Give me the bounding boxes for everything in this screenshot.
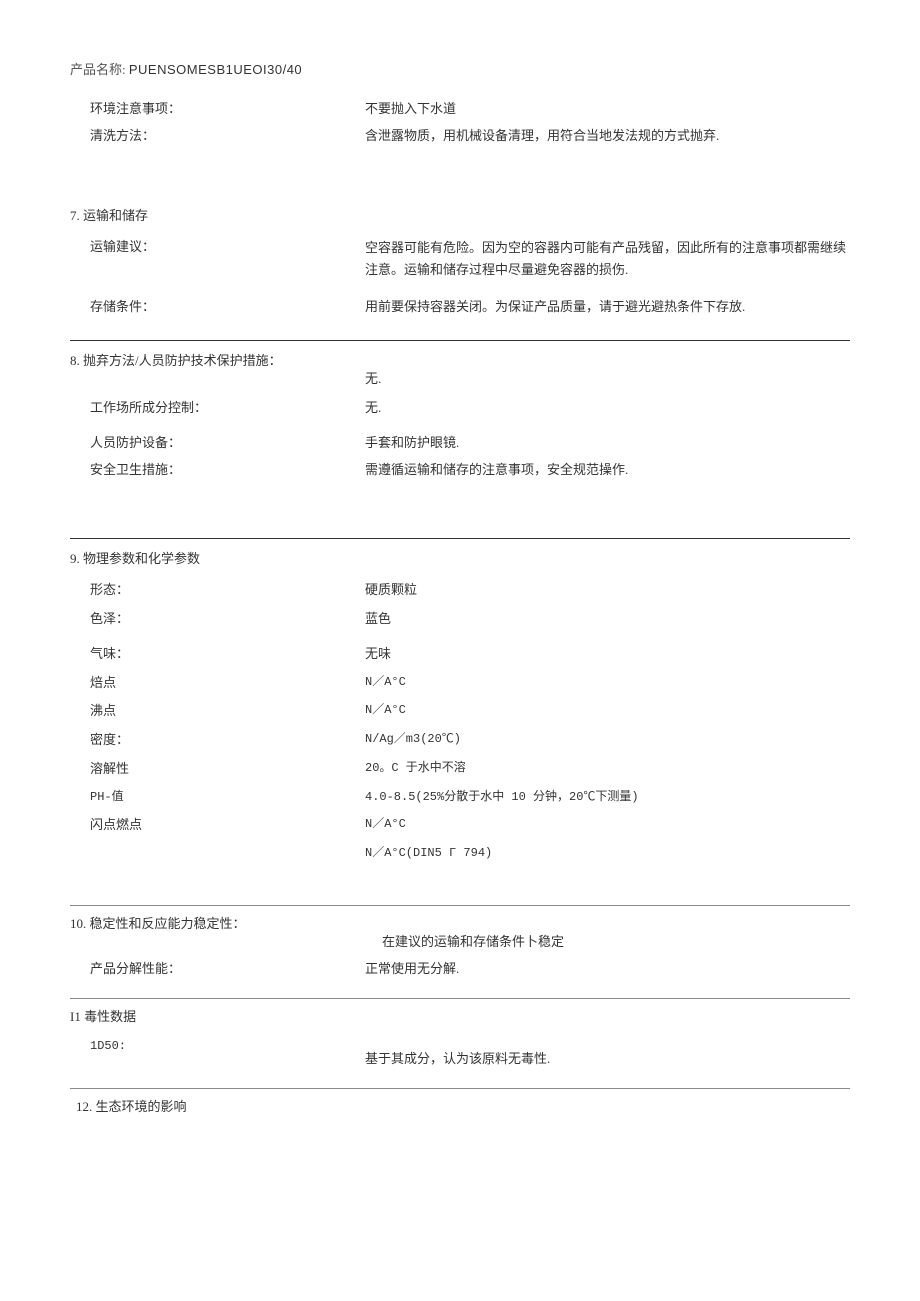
section-8-title-value: 无. xyxy=(365,351,850,390)
value: 需遵循运输和储存的注意事项，安全规范操作. xyxy=(365,460,850,481)
section-7: 7. 运输和储存 运输建议： 空容器可能有危险。因为空的容器内可能有产品残留，因… xyxy=(70,206,850,318)
label: 工作场所成分控制： xyxy=(70,398,365,419)
section-10-title-row: 10. 稳定性和反应能力稳定性： 在建议的运输和存储条件卜稳定 xyxy=(70,914,850,953)
value: N／A°C xyxy=(365,673,850,694)
row-ld50: 1D50: 基于其成分，认为该原料无毒性. xyxy=(70,1037,850,1070)
row-env-note: 环境注意事项： 不要抛入下水道 xyxy=(70,99,850,120)
value: 空容器可能有危险。因为空的容器内可能有产品残留，因此所有的注意事项都需继续注意。… xyxy=(365,237,850,281)
label: 安全卫生措施： xyxy=(70,460,365,481)
value: 用前要保持容器关闭。为保证产品质量，请于避光避热条件下存放. xyxy=(365,297,850,318)
row-odor: 气味： 无味 xyxy=(70,644,850,665)
row-ph: PH-值 4.0-8.5(25%分散于水中 10 分钟，20℃下测量) xyxy=(70,788,850,807)
value: 基于其成分，认为该原料无毒性. xyxy=(365,1037,850,1070)
label: 色泽： xyxy=(70,609,365,630)
section-6-partial: 环境注意事项： 不要抛入下水道 清洗方法： 含泄露物质，用机械设备清理，用符合当… xyxy=(70,99,850,147)
value: N／A°C xyxy=(365,701,850,722)
row-transport: 运输建议： 空容器可能有危险。因为空的容器内可能有产品残留，因此所有的注意事项都… xyxy=(70,237,850,281)
section-7-title: 7. 运输和储存 xyxy=(70,206,850,227)
divider xyxy=(70,1088,850,1089)
row-color: 色泽： 蓝色 xyxy=(70,609,850,630)
value: 手套和防护眼镜. xyxy=(365,433,850,454)
divider xyxy=(70,340,850,341)
value: 正常使用无分解. xyxy=(365,959,850,980)
value: 无味 xyxy=(365,644,850,665)
row-solubility: 溶解性 20。C 于水中不溶 xyxy=(70,759,850,780)
section-10: 10. 稳定性和反应能力稳定性： 在建议的运输和存储条件卜稳定 产品分解性能： … xyxy=(70,914,850,980)
value: 20。C 于水中不溶 xyxy=(365,759,850,780)
label: 溶解性 xyxy=(70,759,365,780)
value: N／A°C(DIN5 Γ 794) xyxy=(365,844,850,863)
label: 存储条件： xyxy=(70,297,365,318)
label: 沸点 xyxy=(70,701,365,722)
label: 气味： xyxy=(70,644,365,665)
value: 不要抛入下水道 xyxy=(365,99,850,120)
label xyxy=(70,844,365,863)
row-flash: 闪点燃点 N／A°C xyxy=(70,815,850,836)
value: N/Ag／m3(20℃) xyxy=(365,730,850,751)
product-name: PUENSOMESB1UEOI30/40 xyxy=(129,62,302,77)
value: N／A°C xyxy=(365,815,850,836)
divider xyxy=(70,905,850,906)
value: 蓝色 xyxy=(365,609,850,630)
row-storage: 存储条件： 用前要保持容器关闭。为保证产品质量，请于避光避热条件下存放. xyxy=(70,297,850,318)
row-clean-method: 清洗方法： 含泄露物质，用机械设备清理，用符合当地发法规的方式抛弃. xyxy=(70,126,850,147)
label: 形态： xyxy=(70,580,365,601)
divider xyxy=(70,998,850,999)
label: 产品分解性能： xyxy=(70,959,365,980)
row-melting: 焙点 N／A°C xyxy=(70,673,850,694)
value: 无. xyxy=(365,398,850,419)
section-11-title: I1 毒性数据 xyxy=(70,1007,850,1028)
section-11: I1 毒性数据 1D50: 基于其成分，认为该原料无毒性. xyxy=(70,1007,850,1071)
section-12: 12. 生态环境的影响 xyxy=(70,1097,850,1118)
label: 清洗方法： xyxy=(70,126,365,147)
row-ppe: 人员防护设备： 手套和防护眼镜. xyxy=(70,433,850,454)
value: 硬质颗粒 xyxy=(365,580,850,601)
row-density: 密度： N/Ag／m3(20℃) xyxy=(70,730,850,751)
label: PH-值 xyxy=(70,788,365,807)
value: 含泄露物质，用机械设备清理，用符合当地发法规的方式抛弃. xyxy=(365,126,850,147)
header-line: 产品名称: PUENSOMESB1UEOI30/40 xyxy=(70,60,850,81)
row-workplace: 工作场所成分控制： 无. xyxy=(70,398,850,419)
label: 1D50: xyxy=(70,1037,365,1070)
row-safety: 安全卫生措施： 需遵循运输和储存的注意事项，安全规范操作. xyxy=(70,460,850,481)
label: 人员防护设备： xyxy=(70,433,365,454)
value: 4.0-8.5(25%分散于水中 10 分钟，20℃下测量) xyxy=(365,788,850,807)
label: 环境注意事项： xyxy=(70,99,365,120)
label: 闪点燃点 xyxy=(70,815,365,836)
section-10-title: 10. 稳定性和反应能力稳定性： xyxy=(70,914,382,953)
row-flash2: N／A°C(DIN5 Γ 794) xyxy=(70,844,850,863)
row-boiling: 沸点 N／A°C xyxy=(70,701,850,722)
section-8: 8. 抛弃方法/人员防护技术保护措施： 无. 工作场所成分控制： 无. 人员防护… xyxy=(70,351,850,480)
divider xyxy=(70,538,850,539)
row-decomp: 产品分解性能： 正常使用无分解. xyxy=(70,959,850,980)
section-12-title: 12. 生态环境的影响 xyxy=(70,1097,850,1118)
section-8-title: 8. 抛弃方法/人员防护技术保护措施： xyxy=(70,351,365,390)
label: 运输建议： xyxy=(70,237,365,281)
section-10-title-value: 在建议的运输和存储条件卜稳定 xyxy=(382,914,850,953)
row-form: 形态： 硬质颗粒 xyxy=(70,580,850,601)
section-8-title-row: 8. 抛弃方法/人员防护技术保护措施： 无. xyxy=(70,351,850,390)
section-9-title: 9. 物理参数和化学参数 xyxy=(70,549,850,570)
label: 密度： xyxy=(70,730,365,751)
section-9: 9. 物理参数和化学参数 形态： 硬质颗粒 色泽： 蓝色 气味： 无味 焙点 N… xyxy=(70,549,850,863)
label: 焙点 xyxy=(70,673,365,694)
header-label: 产品名称: xyxy=(70,62,129,77)
